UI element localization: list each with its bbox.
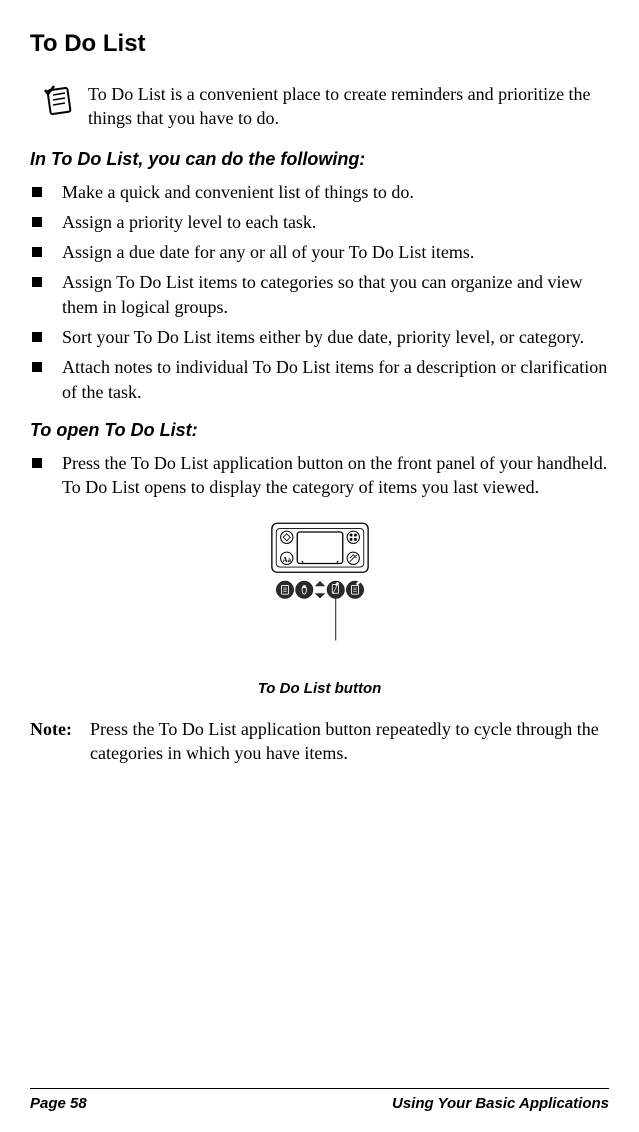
bullet-icon <box>32 247 42 257</box>
intro-text: To Do List is a convenient place to crea… <box>88 82 609 131</box>
todo-list-icon <box>42 84 74 116</box>
device-figure: Aa To Do List button <box>30 518 609 697</box>
list-item: Sort your To Do List items either by due… <box>30 325 609 349</box>
list-item: Assign To Do List items to categories so… <box>30 270 609 319</box>
list-item: Press the To Do List application button … <box>30 451 609 500</box>
bullet-text: Sort your To Do List items either by due… <box>62 325 609 349</box>
bullet-icon <box>32 362 42 372</box>
bullet-text: Assign a priority level to each task. <box>62 210 609 234</box>
page-number: Page 58 <box>30 1095 87 1112</box>
chapter-title: Using Your Basic Applications <box>392 1095 609 1112</box>
section-heading-open: To open To Do List: <box>30 420 609 441</box>
list-item: Assign a due date for any or all of your… <box>30 240 609 264</box>
handheld-device-illustration: Aa <box>220 518 420 658</box>
bullet-icon <box>32 187 42 197</box>
intro-block: To Do List is a convenient place to crea… <box>30 82 609 131</box>
note-text: Press the To Do List application button … <box>90 717 609 766</box>
features-list: Make a quick and convenient list of thin… <box>30 180 609 404</box>
note-label: Note: <box>30 717 72 741</box>
svg-text:Aa: Aa <box>282 555 291 563</box>
open-list: Press the To Do List application button … <box>30 451 609 500</box>
bullet-text: Make a quick and convenient list of thin… <box>62 180 609 204</box>
bullet-text: Assign To Do List items to categories so… <box>62 270 609 319</box>
note-block: Note: Press the To Do List application b… <box>30 717 609 766</box>
page-title: To Do List <box>30 30 609 58</box>
bullet-text: Assign a due date for any or all of your… <box>62 240 609 264</box>
bullet-text: Press the To Do List application button … <box>62 451 609 500</box>
bullet-text: Attach notes to individual To Do List it… <box>62 355 609 404</box>
figure-label: To Do List button <box>258 680 382 697</box>
list-item: Make a quick and convenient list of thin… <box>30 180 609 204</box>
bullet-icon <box>32 332 42 342</box>
list-item: Assign a priority level to each task. <box>30 210 609 234</box>
list-item: Attach notes to individual To Do List it… <box>30 355 609 404</box>
bullet-icon <box>32 458 42 468</box>
bullet-icon <box>32 277 42 287</box>
bullet-icon <box>32 217 42 227</box>
section-heading-features: In To Do List, you can do the following: <box>30 149 609 170</box>
page-footer: Page 58 Using Your Basic Applications <box>30 1088 609 1112</box>
